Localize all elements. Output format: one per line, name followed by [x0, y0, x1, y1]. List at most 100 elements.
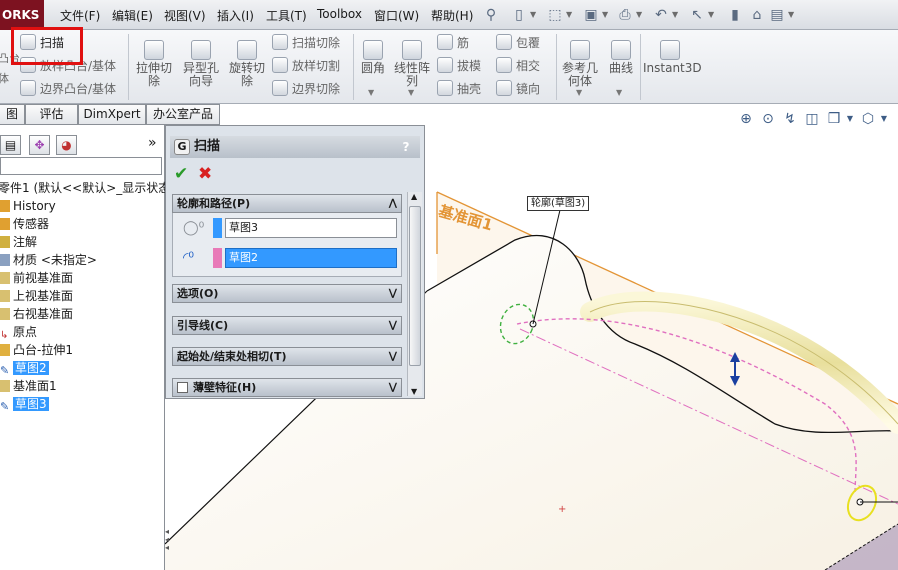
feature-filter-input[interactable]	[0, 157, 162, 175]
chevron-down-icon[interactable]: ▼	[530, 10, 536, 19]
chevron-down-icon[interactable]: ⋁	[389, 348, 397, 365]
chevron-down-icon[interactable]: ▼	[576, 88, 582, 97]
options-icon[interactable]: ▤	[768, 6, 786, 24]
menu-tools[interactable]: 工具(T)	[266, 7, 307, 24]
open-icon[interactable]: ⬚	[546, 6, 564, 24]
tree-item-history[interactable]: History	[0, 197, 56, 215]
tree-item-plane1[interactable]: 基准面1	[0, 377, 57, 395]
group-thin-feature[interactable]: 薄壁特征(H) ⋁	[172, 378, 402, 397]
zoom-to-fit-icon[interactable]: ⊕	[738, 111, 754, 127]
shell-button[interactable]: 抽壳	[437, 80, 481, 97]
chevron-down-icon[interactable]: ▼	[368, 88, 374, 97]
undo-icon[interactable]: ↶	[652, 6, 670, 24]
reference-geometry-button[interactable]: 参考几何体	[560, 40, 600, 88]
tab-sketch[interactable]: 图	[0, 104, 25, 125]
menu-toolbox[interactable]: Toolbox	[317, 7, 362, 21]
boundary-boss-button[interactable]: 边界凸台/基体	[20, 80, 116, 97]
previous-view-icon[interactable]: ↯	[782, 111, 798, 127]
print-icon[interactable]: ⎙	[616, 6, 634, 24]
save-icon[interactable]: ▣	[582, 6, 600, 24]
group-profile-and-path[interactable]: 轮廓和路径(P) ⋀	[172, 194, 402, 213]
tree-item-annotations[interactable]: 注解	[0, 233, 37, 251]
menu-view[interactable]: 视图(V)	[164, 7, 206, 24]
pm-scrollbar-thumb[interactable]	[409, 206, 421, 366]
hole-wizard-icon	[191, 40, 211, 60]
boundary-cut-button[interactable]: 边界切除	[272, 80, 340, 97]
mirror-button[interactable]: 镜向	[496, 80, 540, 97]
chevron-down-icon[interactable]: ▼	[876, 111, 892, 127]
tree-item-top-plane[interactable]: 上视基准面	[0, 287, 73, 305]
ok-button[interactable]: ✔	[174, 164, 188, 184]
draft-button[interactable]: 拔模	[437, 57, 481, 74]
chevron-down-icon[interactable]: ▼	[672, 10, 678, 19]
help-icon[interactable]: ?	[398, 139, 414, 155]
group-start-end-tangency[interactable]: 起始处/结束处相切(T) ⋁	[172, 347, 402, 366]
profile-selection-box[interactable]: 草图3	[225, 218, 397, 238]
expand-panel-icon[interactable]: »	[148, 135, 157, 151]
rib-button[interactable]: 筋	[437, 34, 469, 51]
configuration-manager-icon[interactable]: ✥	[29, 135, 50, 155]
fillet-button[interactable]: 圆角	[357, 40, 389, 75]
zoom-to-area-icon[interactable]: ⊙	[760, 111, 776, 127]
chevron-down-icon[interactable]: ▼	[616, 88, 622, 97]
chevron-down-icon[interactable]: ⋁	[389, 379, 397, 396]
chevron-up-icon[interactable]: ⋀	[389, 195, 397, 212]
scroll-up-icon[interactable]: ▲	[411, 192, 417, 201]
chevron-down-icon[interactable]: ▼	[708, 10, 714, 19]
new-document-icon[interactable]: ▯	[510, 6, 528, 24]
swept-cut-button[interactable]: 扫描切除	[272, 34, 340, 51]
file-properties-icon[interactable]: ⌂	[748, 6, 766, 24]
tree-item-sketch2[interactable]: ✎ 草图2	[0, 359, 49, 377]
path-selection-box[interactable]: 草图2	[225, 248, 397, 268]
wrap-button[interactable]: 包覆	[496, 34, 540, 51]
panel-resize-handle[interactable]: ◂ ◂ ◂	[165, 528, 173, 558]
pin-icon[interactable]: ⚲	[482, 6, 500, 24]
select-arrow-icon[interactable]: ↖	[688, 6, 706, 24]
chevron-down-icon[interactable]: ▼	[602, 10, 608, 19]
instant3d-button[interactable]: Instant3D	[643, 40, 702, 75]
tree-root[interactable]: 零件1 (默认<<默认>_显示状态	[0, 179, 170, 197]
extruded-cut-button[interactable]: 拉伸切除	[133, 40, 175, 88]
chevron-down-icon[interactable]: ▼	[842, 111, 858, 127]
tree-item-origin[interactable]: ↳ 原点	[0, 323, 37, 341]
tree-item-sensors[interactable]: 传感器	[0, 215, 49, 233]
tree-item-right-plane[interactable]: 右视基准面	[0, 305, 73, 323]
view-orientation-icon[interactable]: ❒	[826, 111, 842, 127]
chevron-down-icon[interactable]: ▼	[788, 10, 794, 19]
intersect-button[interactable]: 相交	[496, 57, 540, 74]
hole-wizard-button[interactable]: 异型孔向导	[180, 40, 222, 88]
pm-scrollbar[interactable]: ▲ ▼	[407, 192, 422, 396]
chevron-down-icon[interactable]: ⋁	[389, 317, 397, 334]
menu-insert[interactable]: 插入(I)	[217, 7, 254, 24]
group-options[interactable]: 选项(O) ⋁	[172, 284, 402, 303]
group-guide-curves[interactable]: 引导线(C) ⋁	[172, 316, 402, 335]
tab-evaluate[interactable]: 评估	[25, 104, 78, 125]
origin-marker: +	[558, 504, 566, 515]
chevron-down-icon[interactable]: ▼	[566, 10, 572, 19]
menu-help[interactable]: 帮助(H)	[431, 7, 473, 24]
tree-item-front-plane[interactable]: 前视基准面	[0, 269, 73, 287]
display-manager-icon[interactable]: ◕	[56, 135, 77, 155]
linear-pattern-button[interactable]: 线性阵列	[392, 40, 432, 88]
section-view-icon[interactable]: ◫	[804, 111, 820, 127]
tree-item-extrude[interactable]: 凸台-拉伸1	[0, 341, 73, 359]
display-style-icon[interactable]: ⬡	[860, 111, 876, 127]
revolved-cut-button[interactable]: 旋转切除	[226, 40, 268, 88]
feature-tree-tab-icon[interactable]: ▤	[0, 135, 21, 155]
chevron-down-icon[interactable]: ▼	[408, 88, 414, 97]
menu-file[interactable]: 文件(F)	[60, 7, 100, 24]
menu-edit[interactable]: 编辑(E)	[112, 7, 153, 24]
tree-item-material[interactable]: 材质 <未指定>	[0, 251, 97, 269]
curves-button[interactable]: 曲线	[604, 40, 638, 75]
menu-window[interactable]: 窗口(W)	[374, 7, 419, 24]
thin-feature-checkbox[interactable]	[177, 382, 188, 393]
scroll-down-icon[interactable]: ▼	[411, 387, 417, 396]
profile-path-body: ◯⁰ 草图3 ◜⁰ 草图2	[172, 213, 402, 277]
tab-dimxpert[interactable]: DimXpert	[78, 104, 146, 125]
chevron-down-icon[interactable]: ⋁	[389, 285, 397, 302]
tree-item-sketch3[interactable]: ✎ 草图3	[0, 395, 49, 413]
chevron-down-icon[interactable]: ▼	[636, 10, 642, 19]
cancel-button[interactable]: ✖	[198, 164, 212, 184]
lofted-cut-button[interactable]: 放样切割	[272, 57, 340, 74]
rebuild-icon[interactable]: ▮	[726, 6, 744, 24]
